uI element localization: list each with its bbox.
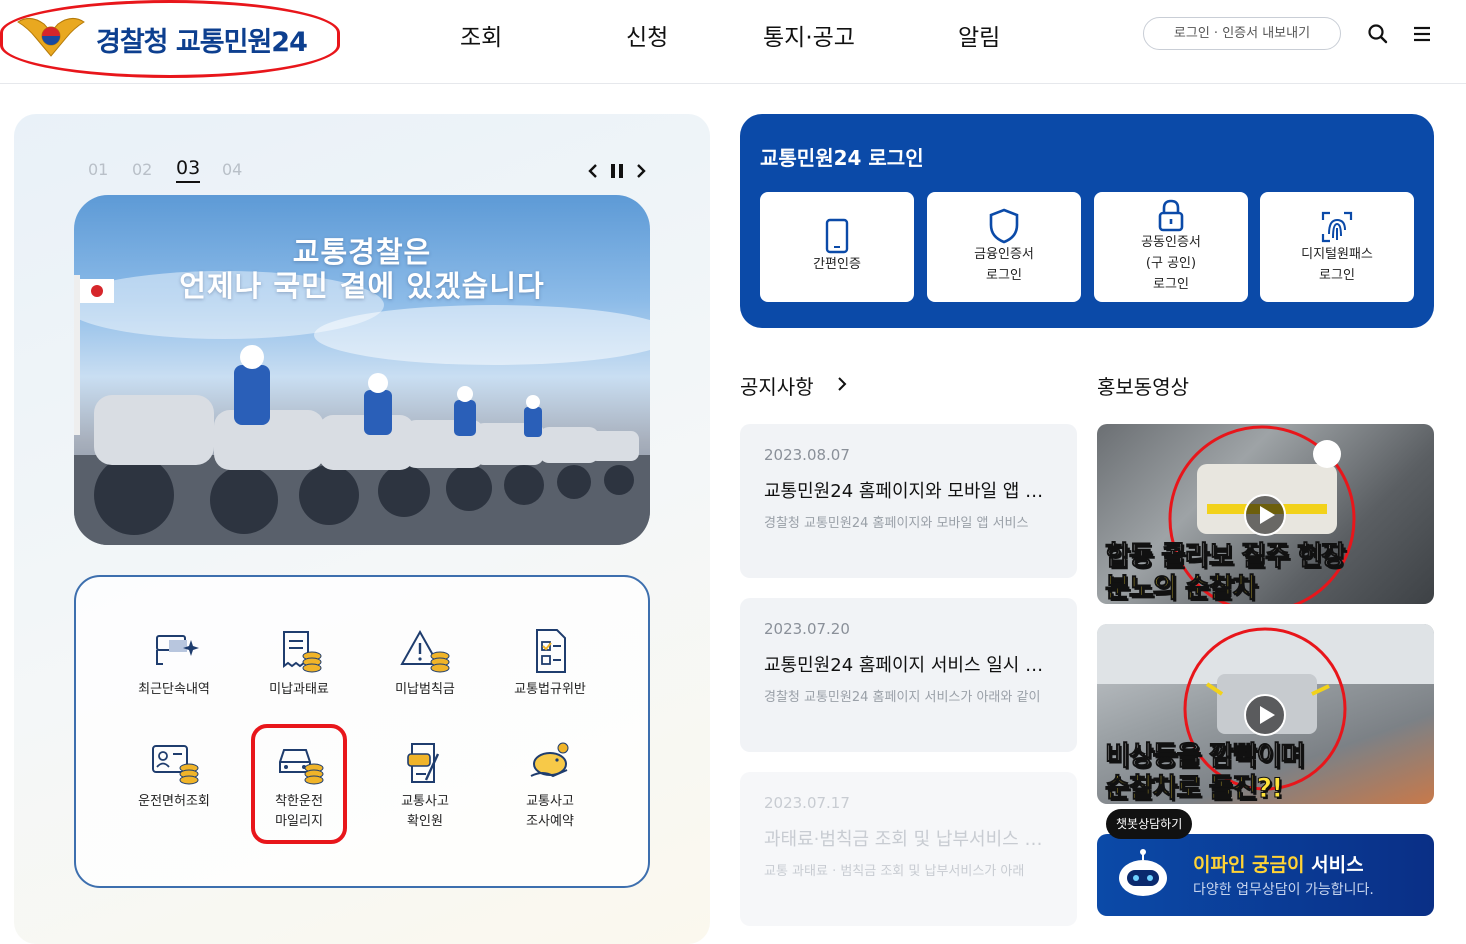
login-button-label: 디지털원패스 로그인 (1301, 247, 1373, 283)
mobile-phone-icon (825, 218, 849, 254)
quick-menu-label: 미납범칙금 (395, 682, 455, 697)
video-section-title: 홍보동영상 (1097, 375, 1189, 399)
chatbot-description: 다양한 업무상담이 가능합니다. (1193, 882, 1374, 898)
quick-menu-label: 운전면허조회 (138, 794, 210, 809)
site-logo-text[interactable]: 경찰청 교통민원24 (96, 20, 308, 59)
chevron-right-icon[interactable] (834, 375, 850, 393)
notice-item[interactable]: 2023.08.07 교통민원24 홈페이지와 모바일 앱 서비스 경찰청 교통… (740, 424, 1077, 578)
play-icon[interactable] (1243, 693, 1287, 737)
unpaid-fine-receipt-icon (283, 631, 322, 673)
shield-icon (989, 208, 1019, 244)
fingerprint-icon (1321, 211, 1353, 243)
quick-menu-unpaid-penalties[interactable]: 미납범칙금 (365, 628, 485, 700)
quick-menu-traffic-violation[interactable]: 교통법규위반 (490, 628, 610, 700)
quick-menu-recent-enforcement[interactable]: 최근단속내역 (114, 628, 234, 700)
site-header: 경찰청 교통민원24 조회 신청 통지·공고 알림 로그인 · 인증서 내보내기 (0, 0, 1466, 84)
violation-document-icon (536, 629, 566, 673)
notice-date: 2023.07.17 (764, 794, 850, 812)
quick-menu-label: 교통법규위반 (514, 682, 586, 697)
nav-item-alerts[interactable]: 알림 (958, 18, 1000, 52)
notice-date: 2023.07.20 (764, 620, 850, 638)
login-card: 교통민원24 로그인 간편인증 금융인증서 로그인 공동인증서 (구 공인) 로… (740, 114, 1434, 328)
warning-coins-icon (400, 629, 450, 673)
chatbot-title: 이파인 궁금이 서비스 (1193, 850, 1364, 877)
promo-video-1[interactable]: 합동 콜라보 질주 현장 분노의 순찰차 (1097, 424, 1434, 604)
financial-cert-login-button[interactable]: 금융인증서 로그인 (927, 192, 1081, 302)
main-banner[interactable]: 교통경찰은 언제나 국민 곁에 있겠습니다 (74, 195, 650, 545)
quick-menu-label: 교통사고 확인원 (401, 794, 449, 829)
notice-title: 교통민원24 홈페이지와 모바일 앱 서비스 (764, 481, 1054, 502)
digital-onepass-login-button[interactable]: 디지털원패스 로그인 (1260, 192, 1414, 302)
lock-icon (1158, 199, 1184, 232)
quick-menu-accident-reservation[interactable]: 교통사고 조사예약 (490, 740, 610, 832)
quick-menu-label: 교통사고 조사예약 (526, 794, 574, 829)
notice-section-title[interactable]: 공지사항 (740, 371, 814, 400)
quick-menu-label: 미납과태료 (269, 682, 329, 697)
quick-menu-accident-certificate[interactable]: 교통사고 확인원 (365, 740, 485, 832)
login-cert-export-button[interactable]: 로그인 · 인증서 내보내기 (1143, 17, 1341, 50)
video-caption-line2: 순찰차로 돌진?! (1104, 773, 1283, 805)
joint-cert-login-button[interactable]: 공동인증서 (구 공인) 로그인 (1094, 192, 1248, 302)
chatbot-title-accent: 이파인 궁금이 (1193, 854, 1305, 876)
notice-description: 경찰청 교통민원24 홈페이지 서비스가 아래와 같이 (764, 690, 1041, 705)
hamburger-menu-icon[interactable] (1410, 22, 1434, 46)
nav-item-inquiry[interactable]: 조회 (460, 18, 502, 52)
notice-title: 과태료·범칙금 조회 및 납부서비스 중단 (764, 829, 1054, 850)
notice-title: 교통민원24 홈페이지 서비스 일시 중단 (764, 655, 1054, 676)
accident-certificate-icon (407, 743, 440, 783)
video-caption-line2: 분노의 순찰차 (1104, 573, 1257, 605)
mileage-highlight-annotation (251, 724, 347, 844)
simple-auth-button[interactable]: 간편인증 (760, 192, 914, 302)
piggy-bank-icon (530, 742, 569, 778)
quick-menu-label: 최근단속내역 (138, 682, 210, 697)
camera-enforcement-icon (156, 635, 199, 665)
login-button-label: 공동인증서 (구 공인) 로그인 (1141, 235, 1201, 292)
play-icon[interactable] (1243, 493, 1287, 537)
slide-page-3[interactable]: 03 (176, 157, 201, 183)
notice-item[interactable]: 2023.07.17 과태료·범칙금 조회 및 납부서비스 중단 교통 과태료 … (740, 772, 1077, 926)
slide-page-1[interactable]: 01 (88, 160, 108, 179)
promo-video-2[interactable]: 비상등을 깜빡이며 순찰차로 돌진?! (1097, 624, 1434, 804)
chatbot-title-rest: 서비스 (1304, 854, 1364, 876)
slide-page-4[interactable]: 04 (222, 160, 242, 179)
login-button-label: 간편인증 (813, 257, 861, 272)
nav-item-apply[interactable]: 신청 (626, 18, 668, 52)
slide-pause-icon[interactable] (608, 162, 626, 180)
quick-menu-box (74, 575, 650, 888)
notice-item[interactable]: 2023.07.20 교통민원24 홈페이지 서비스 일시 중단 경찰청 교통민… (740, 598, 1077, 752)
chatbot-start-bubble[interactable]: 챗봇상담하기 (1106, 809, 1193, 839)
login-button-label: 금융인증서 로그인 (974, 247, 1034, 283)
quick-menu-license-inquiry[interactable]: 운전면허조회 (114, 740, 234, 812)
robot-icon (1119, 849, 1167, 896)
slide-prev-icon[interactable] (584, 162, 602, 180)
slide-page-2[interactable]: 02 (132, 160, 152, 179)
slide-next-icon[interactable] (632, 162, 650, 180)
search-icon[interactable] (1366, 22, 1390, 46)
chatbot-service-card[interactable]: 이파인 궁금이 서비스 다양한 업무상담이 가능합니다. (1097, 834, 1434, 916)
notice-date: 2023.08.07 (764, 446, 850, 464)
nav-item-notice-announcement[interactable]: 통지·공고 (763, 18, 855, 52)
notice-description: 교통 과태료 · 범칙금 조회 및 납부서비스가 아래 (764, 864, 1025, 879)
banner-headline-2: 언제나 국민 곁에 있겠습니다 (179, 269, 545, 303)
quick-menu-unpaid-fines[interactable]: 미납과태료 (239, 628, 359, 700)
notice-description: 경찰청 교통민원24 홈페이지와 모바일 앱 서비스 (764, 516, 1029, 531)
login-title: 교통민원24 로그인 (760, 146, 924, 170)
police-emblem-icon[interactable] (14, 8, 88, 60)
license-card-icon (152, 745, 199, 785)
